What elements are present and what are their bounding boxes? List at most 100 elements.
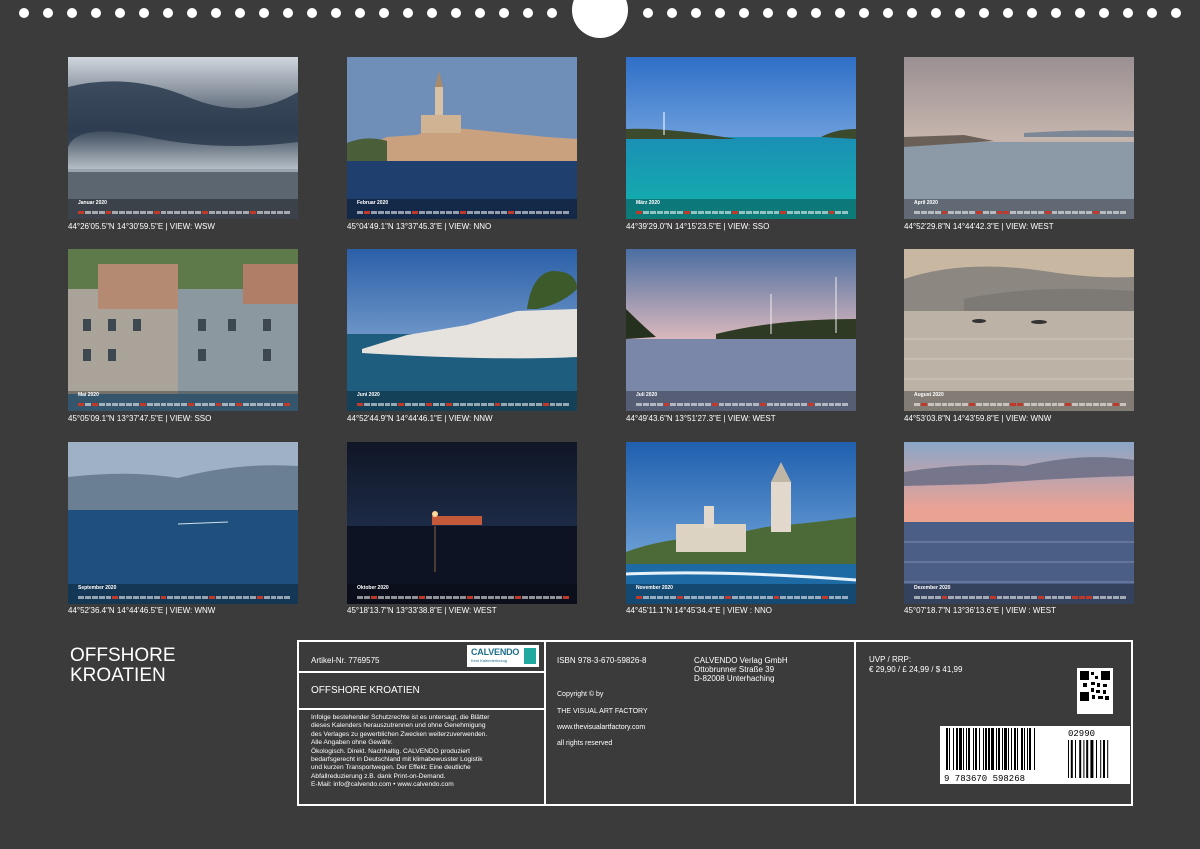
binding-hole (139, 8, 149, 18)
day-tick (1003, 211, 1010, 214)
month-coordinates: 44°45'11.1"N 14°45'34.4"E | VIEW : NNO (626, 606, 773, 615)
day-tick (691, 403, 697, 406)
day-tick (1058, 596, 1065, 599)
day-tick (835, 211, 842, 214)
day-tick (370, 211, 377, 214)
day-tick (982, 211, 989, 214)
day-tick (1017, 403, 1023, 406)
day-tick (996, 403, 1003, 406)
binding-hole (1099, 8, 1109, 18)
day-tick (256, 596, 263, 599)
day-tick (126, 403, 132, 406)
day-tick (835, 596, 842, 599)
day-tick (126, 211, 132, 214)
day-tick (1113, 596, 1120, 599)
day-tick (460, 211, 466, 214)
day-tick (656, 211, 663, 214)
binding-hole (283, 8, 293, 18)
day-row (78, 592, 291, 601)
binding-hole (763, 8, 773, 18)
day-tick (649, 211, 656, 214)
day-tick (1044, 211, 1051, 214)
month-coordinates: 44°52'29.8"N 14°44'42.3"E | VIEW: WEST (904, 222, 1054, 231)
day-tick (739, 596, 745, 599)
day-tick (677, 211, 684, 214)
barcode-digits: 9 783670 598268 (944, 774, 1025, 784)
day-tick (201, 211, 208, 214)
day-tick (697, 211, 704, 214)
day-tick (828, 211, 835, 214)
day-tick (522, 596, 528, 599)
day-tick (821, 596, 828, 599)
legal-line: bedarfsgerecht in Deutschland mit klimab… (311, 756, 483, 764)
day-tick (835, 403, 842, 406)
binding-hole (523, 8, 533, 18)
day-tick (556, 211, 563, 214)
day-tick (105, 211, 112, 214)
day-tick (704, 211, 711, 214)
day-tick (711, 211, 718, 214)
day-tick (989, 596, 996, 599)
day-tick (759, 596, 766, 599)
binding-holes (0, 0, 1200, 38)
day-tick (412, 403, 418, 406)
day-tick (174, 211, 181, 214)
day-tick (948, 211, 955, 214)
day-tick (243, 403, 249, 406)
day-tick (670, 596, 677, 599)
day-tick (704, 403, 711, 406)
day-tick (1120, 596, 1127, 599)
binding-hole (379, 8, 389, 18)
day-tick (425, 211, 432, 214)
day-tick (787, 211, 794, 214)
day-tick (277, 403, 284, 406)
month-february-thumbnail: Februar 2020 (347, 57, 577, 219)
day-tick (167, 403, 174, 406)
binding-hole (259, 8, 269, 18)
publisher-line: CALVENDO Verlag GmbH (694, 656, 788, 665)
day-tick (773, 211, 780, 214)
day-tick (801, 403, 807, 406)
author-website: www.thevisualartfactory.com (557, 724, 646, 731)
day-tick (649, 596, 656, 599)
day-tick (453, 211, 460, 214)
day-tick (642, 596, 649, 599)
month-label: August 2020 (914, 392, 944, 398)
day-tick (229, 403, 236, 406)
day-tick (133, 403, 139, 406)
day-tick (460, 596, 466, 599)
binding-hole (1171, 8, 1181, 18)
day-tick (181, 211, 187, 214)
day-tick (914, 211, 920, 214)
binding-hole (1147, 8, 1157, 18)
day-tick (112, 211, 119, 214)
day-row (78, 399, 291, 408)
day-tick (377, 596, 384, 599)
day-tick (1030, 211, 1037, 214)
day-tick (215, 403, 222, 406)
day-tick (542, 403, 549, 406)
binding-hole (667, 8, 677, 18)
day-tick (160, 596, 167, 599)
day-tick (1120, 403, 1127, 406)
day-tick (962, 211, 968, 214)
day-tick (670, 211, 677, 214)
day-tick (418, 596, 425, 599)
day-tick (263, 403, 270, 406)
binding-hole (475, 8, 485, 18)
month-label: Mai 2020 (78, 392, 99, 398)
barcode-addon: 02990 (1068, 729, 1095, 739)
publisher-line: D-82008 Unterhaching (694, 674, 775, 683)
day-tick (270, 596, 277, 599)
day-tick (167, 211, 174, 214)
day-tick (1037, 596, 1044, 599)
day-tick (656, 403, 663, 406)
day-tick (528, 596, 535, 599)
day-tick (556, 403, 563, 406)
day-tick (969, 403, 975, 406)
day-tick (284, 211, 291, 214)
month-coordinates: 45°04'49.1"N 13°37'45.3"E | VIEW: NNO (347, 222, 492, 231)
day-tick (982, 403, 989, 406)
day-tick (691, 211, 697, 214)
month-september-thumbnail: September 2020 (68, 442, 298, 604)
